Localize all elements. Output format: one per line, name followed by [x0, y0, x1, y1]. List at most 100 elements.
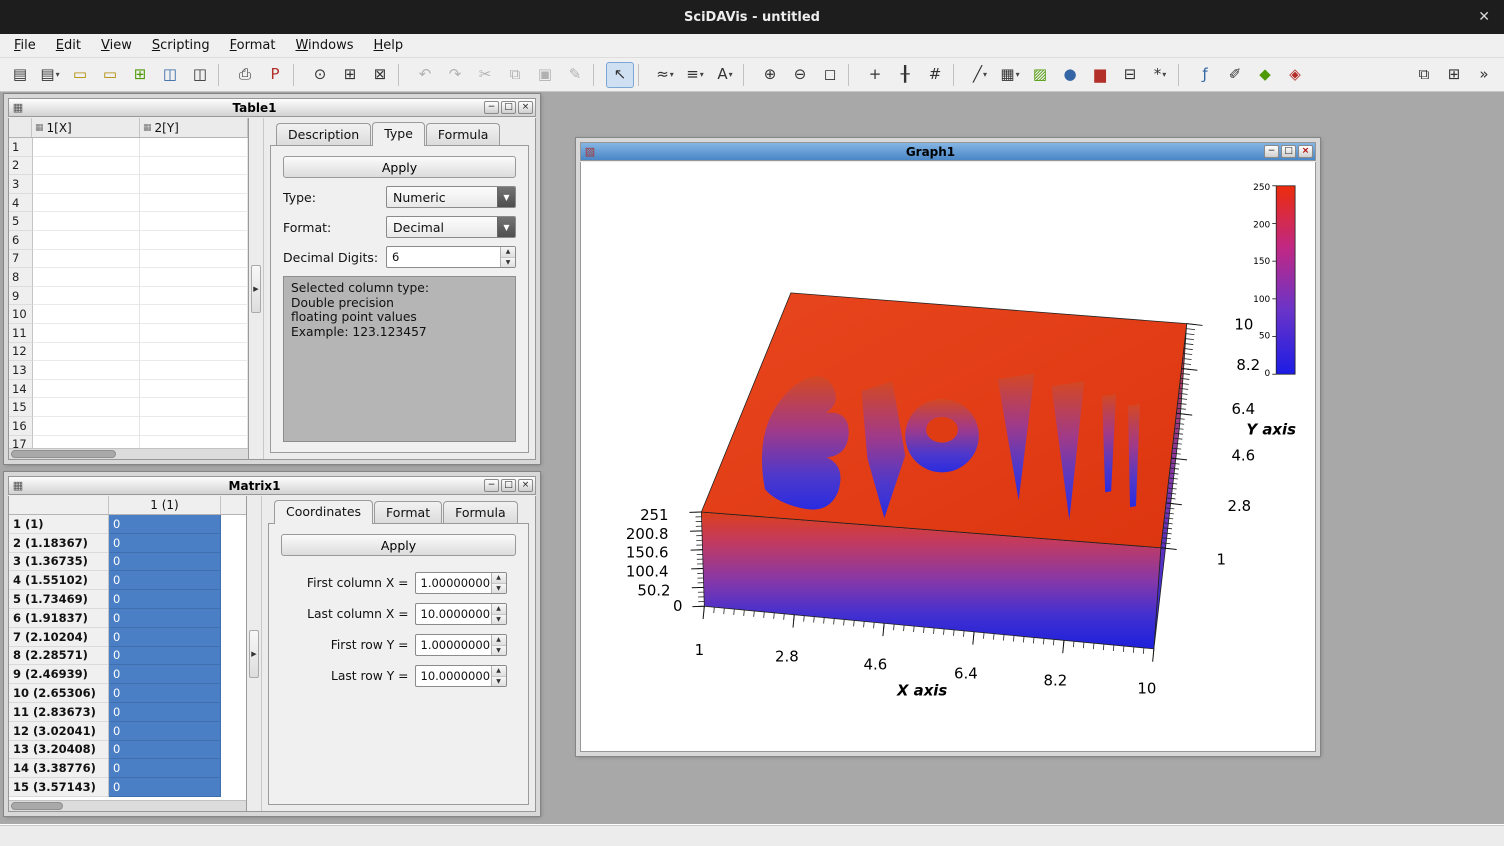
row-header[interactable]: 13 [9, 361, 33, 380]
row-header[interactable]: 12 [9, 343, 33, 362]
table-cell[interactable] [140, 417, 248, 436]
matrix-column-header[interactable]: 1 (1) [109, 496, 221, 514]
column-header[interactable]: ▦ 2[Y] [140, 118, 248, 137]
matrix1-close-button[interactable]: × [518, 479, 533, 492]
table1-rows[interactable]: 1 2 3 [9, 138, 248, 448]
menu-windows[interactable]: Windows [285, 35, 363, 56]
type-select[interactable]: Numeric ▼ [386, 186, 516, 208]
zoom-in-icon[interactable]: ⊕ [756, 62, 784, 88]
scrollbar-thumb[interactable] [11, 450, 116, 458]
table-cell[interactable] [140, 157, 248, 176]
paste-icon[interactable]: ▣ [531, 62, 559, 88]
menu-help[interactable]: Help [364, 35, 414, 56]
select-range-icon[interactable]: ╂ [891, 62, 919, 88]
new-table-icon[interactable]: ⊞ [336, 62, 364, 88]
matrix1-splitter[interactable]: ▶ [247, 496, 262, 811]
table-cell[interactable] [33, 194, 141, 213]
table-corner-cell[interactable] [9, 118, 32, 137]
spin-up-icon[interactable]: ▲ [501, 247, 515, 257]
spin-up-icon[interactable]: ▲ [492, 604, 506, 614]
matrix-row-header[interactable]: 14 (3.38776) [9, 759, 109, 778]
cut-icon[interactable]: ✂ [471, 62, 499, 88]
matrix1-titlebar[interactable]: ▦ Matrix1 − □ × [8, 476, 536, 495]
matrix-row-header[interactable]: 4 (1.55102) [9, 571, 109, 590]
toolbar-overflow-icon[interactable]: » [1470, 62, 1498, 88]
menu-edit[interactable]: Edit [46, 35, 91, 56]
row-header[interactable]: 15 [9, 398, 33, 417]
graph1-canvas[interactable]: 251 200.8 150.6 100.4 50.2 0 1 2.8 4.6 6… [580, 162, 1316, 752]
table-cell[interactable] [140, 138, 248, 157]
table-cell[interactable] [33, 380, 141, 399]
table-cell[interactable] [140, 398, 248, 417]
new-aspect-icon[interactable]: ▤ [36, 62, 64, 88]
save-project-icon[interactable]: ◫ [156, 62, 184, 88]
plot-curve-icon[interactable]: ≈ [651, 62, 679, 88]
copy-icon[interactable]: ⧉ [501, 62, 529, 88]
panel-collapse-button[interactable]: ▶ [249, 630, 259, 678]
app-close-button[interactable]: ✕ [1478, 9, 1490, 25]
table-cell[interactable] [33, 417, 141, 436]
row-header[interactable]: 9 [9, 287, 33, 306]
scrollbar-thumb[interactable] [11, 802, 63, 810]
plot-steps-icon[interactable]: ≡ [681, 62, 709, 88]
panel-collapse-button[interactable]: ▶ [251, 265, 261, 313]
table-cell[interactable] [140, 380, 248, 399]
row-header[interactable]: 17 [9, 436, 33, 449]
table-cell[interactable] [33, 305, 141, 324]
open-project-icon[interactable]: ▭ [66, 62, 94, 88]
add-layer-icon[interactable]: ▦ [996, 62, 1024, 88]
matrix-cell-selected[interactable]: 0 [109, 647, 221, 666]
pen-icon[interactable]: ✐ [1221, 62, 1249, 88]
fit-page-icon[interactable]: ◻ [816, 62, 844, 88]
table-cell[interactable] [140, 343, 248, 362]
table-cell[interactable] [33, 212, 141, 231]
table1-minimize-button[interactable]: − [484, 101, 499, 114]
spinner-buttons[interactable]: ▲ ▼ [491, 604, 506, 624]
table1-titlebar[interactable]: ▦ Table1 − □ × [8, 98, 536, 117]
table-cell[interactable] [140, 287, 248, 306]
spin-down-icon[interactable]: ▼ [492, 645, 506, 656]
matrix-cell-selected[interactable]: 0 [109, 684, 221, 703]
matrix-cell-selected[interactable]: 0 [109, 722, 221, 741]
redo-icon[interactable]: ↷ [441, 62, 469, 88]
row-header[interactable]: 6 [9, 231, 33, 250]
row-header[interactable]: 7 [9, 250, 33, 269]
matrix-cell-selected[interactable]: 0 [109, 571, 221, 590]
row-header[interactable]: 8 [9, 268, 33, 287]
table-cell[interactable] [33, 436, 141, 449]
add-image-icon[interactable]: ▨ [1026, 62, 1054, 88]
matrix-row-header[interactable]: 5 (1.73469) [9, 590, 109, 609]
matrix-cell-selected[interactable]: 0 [109, 609, 221, 628]
row-header[interactable]: 1 [9, 138, 33, 157]
graph1-close-button[interactable]: × [1298, 145, 1313, 158]
matrix-row-header[interactable]: 7 (2.10204) [9, 628, 109, 647]
histogram-icon[interactable]: ▆ [1086, 62, 1114, 88]
matrix-row-header[interactable]: 6 (1.91837) [9, 609, 109, 628]
table-cell[interactable] [33, 250, 141, 269]
puzzle-icon[interactable]: ◈ [1281, 62, 1309, 88]
row-header[interactable]: 11 [9, 324, 33, 343]
matrix-row-header[interactable]: 1 (1) [9, 515, 109, 534]
table-cell[interactable] [140, 361, 248, 380]
table1-maximize-button[interactable]: □ [501, 101, 516, 114]
row-header[interactable]: 2 [9, 157, 33, 176]
matrix-row-header[interactable]: 11 (2.83673) [9, 703, 109, 722]
coordinate-input[interactable]: 1.00000000 ▲ ▼ [415, 634, 507, 656]
matrix-cell-selected[interactable]: 0 [109, 778, 221, 797]
matrix1-maximize-button[interactable]: □ [501, 479, 516, 492]
zoom-out-icon[interactable]: ⊖ [786, 62, 814, 88]
column-header[interactable]: ▦ 1[X] [32, 118, 140, 137]
matrix-corner-cell[interactable] [9, 496, 109, 514]
save-template-icon[interactable]: ◫ [186, 62, 214, 88]
function-icon[interactable]: ƒ [1191, 62, 1219, 88]
matrix-cell-selected[interactable]: 0 [109, 553, 221, 572]
matrix-row-header[interactable]: 3 (1.36735) [9, 553, 109, 572]
table-cell[interactable] [140, 175, 248, 194]
coordinate-input[interactable]: 1.00000000 ▲ ▼ [415, 572, 507, 594]
tab-format[interactable]: Format [374, 501, 442, 525]
spin-up-icon[interactable]: ▲ [492, 635, 506, 645]
coordinate-input[interactable]: 10.0000000 ▲ ▼ [415, 603, 507, 625]
menu-scripting[interactable]: Scripting [142, 35, 220, 56]
open-template-icon[interactable]: ▭ [96, 62, 124, 88]
spinner-buttons[interactable]: ▲ ▼ [491, 666, 506, 686]
